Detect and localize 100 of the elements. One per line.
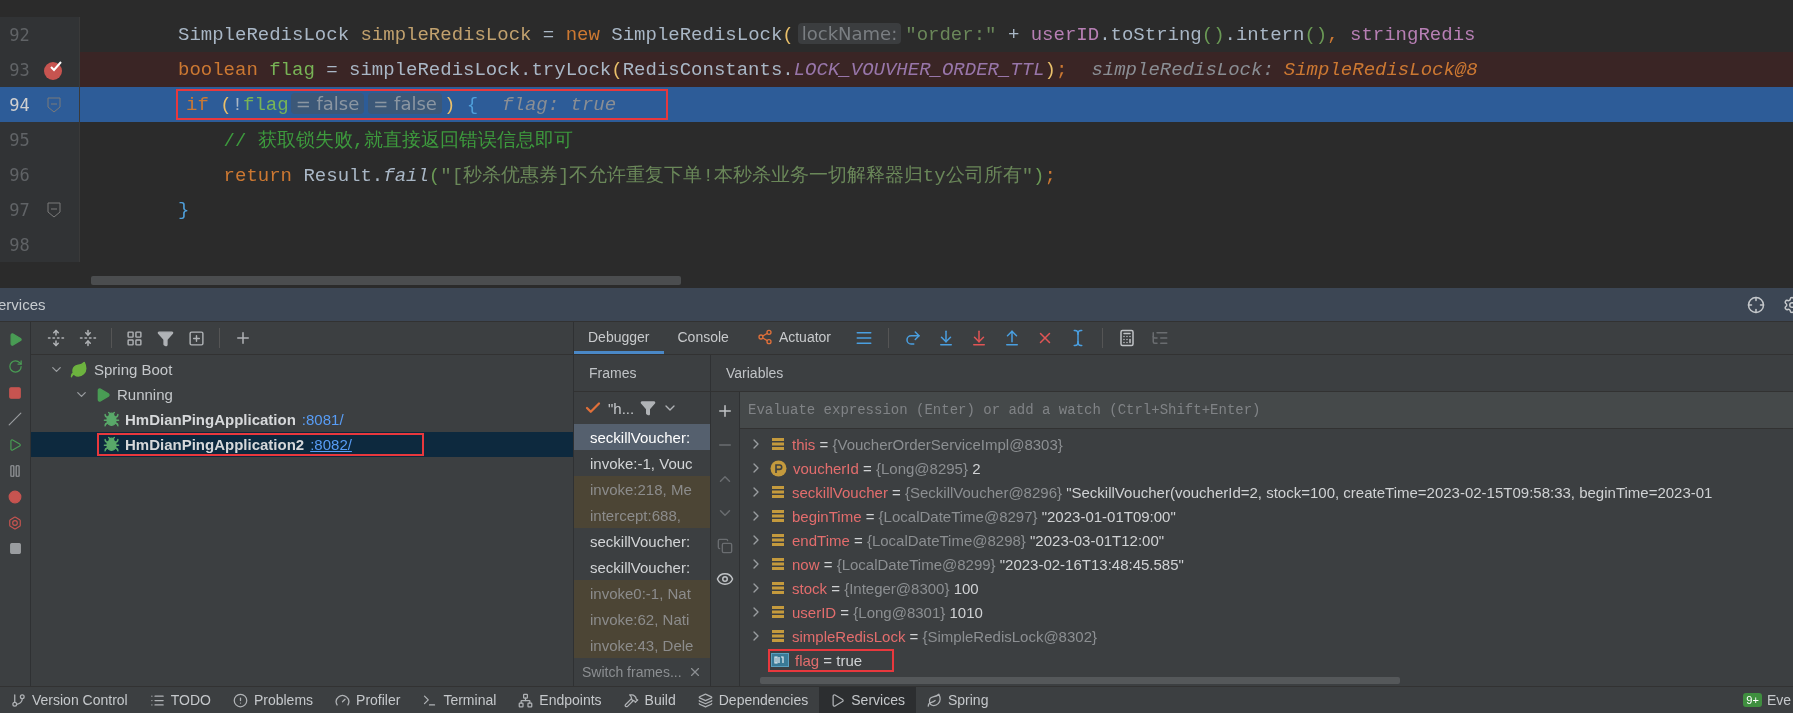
thread-selector[interactable]: "h... [608, 399, 635, 417]
tool-window-button[interactable]: Services [819, 687, 916, 713]
play-icon [95, 386, 111, 403]
switch-frames-hint: Switch frames... [582, 664, 682, 680]
spring-boot-icon [70, 360, 88, 379]
eye-icon[interactable] [716, 570, 734, 588]
alert-icon [232, 692, 248, 708]
crosshair-icon[interactable] [1747, 295, 1765, 314]
field-icon [770, 508, 786, 524]
branch-icon [11, 692, 26, 708]
code-line: } [178, 198, 190, 221]
gauge-icon [335, 692, 351, 708]
group-icon[interactable] [126, 329, 143, 347]
event-log-button[interactable]: 9+ Eve [1735, 687, 1793, 713]
slash-icon[interactable] [8, 412, 22, 426]
line-number: 94 [8, 94, 30, 115]
stack-frame[interactable]: seckillVoucher: [574, 424, 710, 450]
new-group-icon[interactable] [188, 329, 205, 347]
variable-entry[interactable]: simpleRedisLock = {SimpleRedisLock@8302} [792, 627, 1097, 645]
variable-entry[interactable]: endTime = {LocalDateTime@8298} "2023-03-01T12:00" [792, 531, 1165, 549]
variable-entry[interactable]: voucherId = {Long@8295} 2 [793, 459, 981, 477]
code-line: SimpleRedisLock simpleRedisLock = new SimpleRedisLock( lockName: "order:" + userID.toString().intern(), stringRedis [178, 23, 1476, 46]
bug-icon [103, 436, 120, 453]
stack-frame[interactable]: seckillVoucher: [574, 554, 710, 580]
bug-icon [103, 411, 120, 428]
menu-icon[interactable] [855, 329, 873, 347]
variable-entry[interactable]: flag = true [795, 651, 863, 669]
selected-tree-row[interactable]: HmDianPingApplication2 :8082/ [31, 432, 573, 457]
tab[interactable]: Debugger [574, 322, 664, 354]
tool-window-button[interactable]: Spring [915, 687, 1000, 713]
port-link[interactable]: :8081/ [301, 411, 344, 428]
tool-window-button[interactable]: Build [612, 687, 687, 713]
step-out-icon[interactable] [1003, 329, 1021, 347]
step-into-icon[interactable] [937, 329, 955, 347]
variable-entry[interactable]: now = {LocalDateTime@8299} "2023-02-16T13:48:45.585" [792, 555, 1184, 573]
tab[interactable]: Console [663, 322, 743, 354]
tool-window-button[interactable]: Dependencies [686, 687, 820, 713]
play-icon [830, 692, 846, 708]
add-icon[interactable] [716, 402, 734, 420]
play-icon[interactable] [7, 332, 23, 347]
leaf-icon [926, 692, 942, 708]
force-step-into-icon[interactable] [970, 329, 988, 347]
variable-entry[interactable]: this = {VoucherOrderServiceImpl@8303} [792, 435, 1063, 453]
breakpoints-icon[interactable] [8, 490, 22, 504]
resume-icon[interactable] [8, 438, 22, 452]
rerun-icon[interactable] [7, 359, 23, 374]
network-icon [518, 692, 534, 708]
parameter-icon [770, 459, 787, 477]
copy-icon[interactable] [717, 538, 733, 554]
field-icon [770, 628, 786, 644]
code-line: // 获取锁失败,就直接返回错误信息即可 [222, 128, 574, 153]
trace-icon[interactable] [1151, 329, 1169, 347]
pause-icon[interactable] [8, 464, 22, 478]
calculator-icon[interactable] [1118, 329, 1136, 347]
tool-window-button[interactable]: Problems [221, 687, 325, 713]
stack-frame[interactable]: invoke:-1, Vouc [574, 450, 710, 476]
variable-entry[interactable]: userID = {Long@8301} 1010 [792, 603, 983, 621]
tool-window-button[interactable]: Endpoints [507, 687, 613, 713]
code-line: if (!flag = false = false ) { flag: true [186, 93, 617, 116]
tab[interactable]: Actuator [742, 322, 845, 354]
field-icon [770, 484, 786, 500]
tool-window-button[interactable]: Terminal [411, 687, 508, 713]
field-icon [770, 556, 786, 572]
filter-icon[interactable] [157, 329, 174, 347]
filter-icon[interactable] [640, 400, 657, 416]
field-icon [770, 580, 786, 596]
app-name: HmDianPingApplication2 [125, 436, 305, 453]
field-icon [770, 436, 786, 452]
field-icon [770, 604, 786, 620]
field-icon [770, 532, 786, 548]
hammer-icon [623, 692, 639, 708]
variable-entry[interactable]: seckillVoucher = {SeckillVoucher@8296} "SeckillVoucher(voucherId=2, stock=100, createTime=2023-02-15T09:58:33, beginTime=2023-01 [792, 483, 1713, 501]
expand-all-icon[interactable] [47, 329, 65, 347]
pane-title: Variables [726, 365, 784, 381]
stack-frame[interactable]: seckillVoucher: [574, 528, 710, 554]
add-icon[interactable] [234, 329, 252, 347]
evaluate-field[interactable]: Evaluate expression (Enter) or add a watch (Ctrl+Shift+Enter) [740, 392, 1793, 429]
pane-title: Frames [589, 365, 637, 381]
scrollbar[interactable] [760, 677, 1400, 684]
scrollbar[interactable] [91, 276, 681, 285]
tool-window-button[interactable]: Version Control [0, 687, 139, 713]
collapse-all-icon[interactable] [79, 329, 97, 347]
port-link[interactable]: :8082/ [310, 436, 352, 453]
app-name: HmDianPingApplication [125, 411, 296, 428]
fold-icon[interactable] [47, 201, 62, 218]
stop-icon[interactable] [8, 386, 22, 400]
tool-window-button[interactable]: Profiler [324, 687, 412, 713]
code-line: boolean flag = simpleRedisLock.tryLock(RedisConstants.LOCK_VOUVHER_ORDER_TTL); simpleRedisLock: SimpleRedisLock@8 [178, 58, 1478, 81]
variable-entry[interactable]: beginTime = {LocalDateTime@8297} "2023-01-01T09:00" [792, 507, 1176, 525]
terminal-icon [422, 692, 438, 708]
step-over-icon[interactable] [904, 329, 922, 347]
layers-icon [697, 692, 713, 708]
tool-window-button[interactable]: TODO [138, 687, 222, 713]
list-icon [149, 692, 165, 708]
code-line: return Result.fail("[秒杀优惠券]不允许重复下单!本秒杀业务一切解释器归ty公司所有"); [222, 163, 1056, 188]
tree-label[interactable]: Spring Boot [94, 361, 173, 378]
notification-badge: 9+ [1743, 693, 1762, 707]
primitive-icon [771, 653, 789, 667]
variable-entry[interactable]: stock = {Integer@8300} 100 [792, 579, 979, 597]
tree-label[interactable]: Running [117, 386, 173, 403]
